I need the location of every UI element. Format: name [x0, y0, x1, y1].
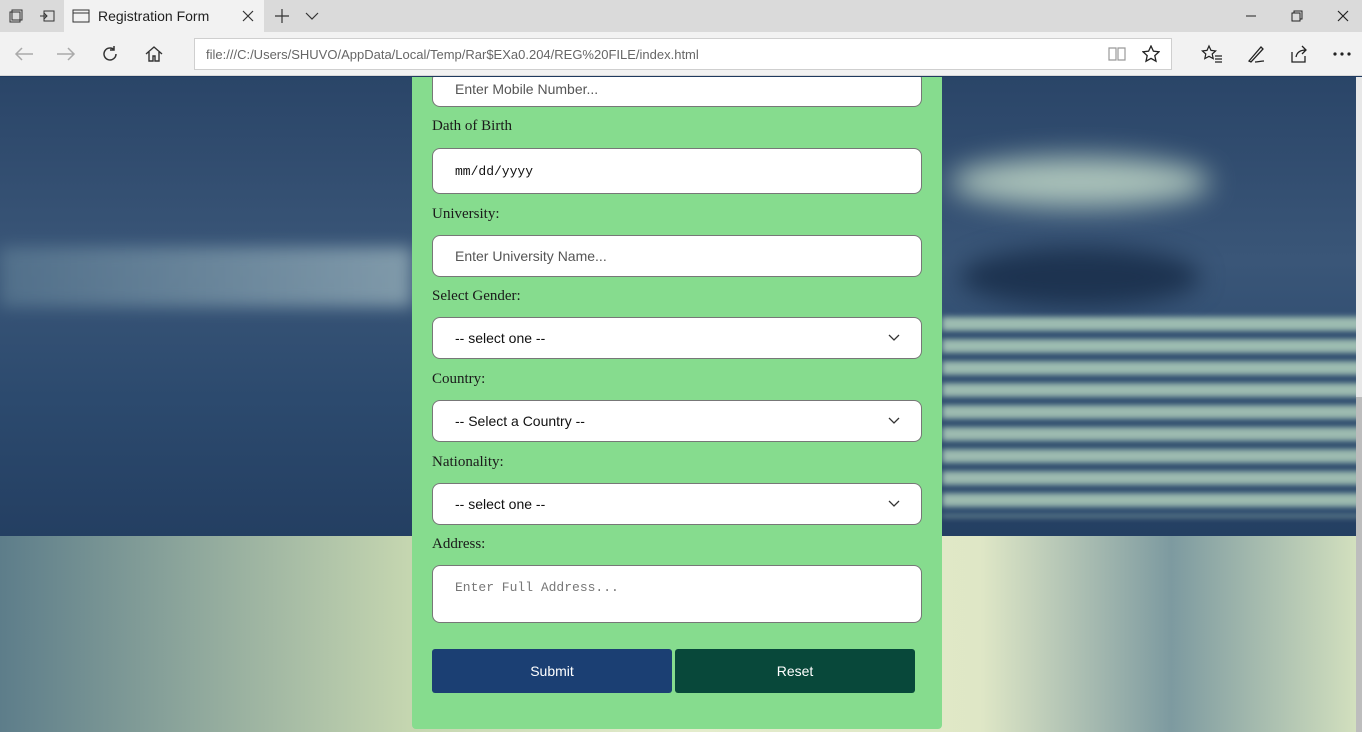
page-icon: [72, 9, 90, 23]
favorites-hub-icon[interactable]: [1192, 32, 1232, 76]
tab-actions-icon[interactable]: [4, 0, 28, 32]
tab-bar: Registration Form: [0, 0, 1362, 32]
country-label: Country:: [432, 371, 486, 387]
dob-input[interactable]: mm/dd/yyyy: [432, 148, 922, 194]
navigation-bar: file:///C:/Users/SHUVO/AppData/Local/Tem…: [0, 32, 1362, 76]
university-placeholder: Enter University Name...: [455, 248, 607, 264]
back-icon[interactable]: [4, 32, 44, 76]
tab-preview-chevron-icon[interactable]: [300, 0, 324, 32]
chevron-down-icon: [888, 334, 900, 341]
more-options-icon[interactable]: [1322, 32, 1362, 76]
university-input[interactable]: Enter University Name...: [432, 235, 922, 277]
scrollbar[interactable]: [1356, 77, 1362, 732]
mobile-placeholder: Enter Mobile Number...: [455, 81, 599, 97]
gender-select[interactable]: -- select one --: [432, 317, 922, 359]
submit-button[interactable]: Submit: [432, 649, 672, 693]
chevron-down-icon: [888, 500, 900, 507]
country-select[interactable]: -- Select a Country --: [432, 400, 922, 442]
reading-view-icon[interactable]: [1101, 39, 1133, 69]
url-text: file:///C:/Users/SHUVO/AppData/Local/Tem…: [206, 46, 699, 62]
favorite-star-icon[interactable]: [1135, 39, 1167, 69]
registration-form: Enter Mobile Number... Dath of Birth mm/…: [412, 77, 942, 729]
reset-button[interactable]: Reset: [675, 649, 915, 693]
share-icon[interactable]: [1279, 32, 1319, 76]
nationality-selected: -- select one --: [455, 496, 546, 512]
tab-title: Registration Form: [98, 8, 210, 24]
country-selected: -- Select a Country --: [455, 413, 585, 429]
chevron-down-icon: [888, 417, 900, 424]
set-tabs-aside-icon[interactable]: [34, 0, 60, 32]
close-tab-icon[interactable]: [238, 0, 258, 32]
nationality-select[interactable]: -- select one --: [432, 483, 922, 525]
address-placeholder: Enter Full Address...: [455, 580, 619, 595]
tab-registration-form[interactable]: Registration Form: [64, 0, 264, 32]
refresh-icon[interactable]: [90, 32, 130, 76]
home-icon[interactable]: [134, 32, 174, 76]
minimize-icon[interactable]: [1228, 0, 1274, 32]
nationality-label: Nationality:: [432, 454, 504, 470]
mobile-number-input[interactable]: Enter Mobile Number...: [432, 77, 922, 107]
restore-icon[interactable]: [1274, 0, 1320, 32]
new-tab-icon[interactable]: [270, 0, 294, 32]
close-window-icon[interactable]: [1320, 0, 1362, 32]
forward-icon[interactable]: [46, 32, 86, 76]
university-label: University:: [432, 206, 500, 222]
page-viewport: Enter Mobile Number... Dath of Birth mm/…: [0, 77, 1362, 732]
address-textarea[interactable]: Enter Full Address...: [432, 565, 922, 623]
gender-label: Select Gender:: [432, 288, 521, 304]
notes-pen-icon[interactable]: [1236, 32, 1276, 76]
gender-selected: -- select one --: [455, 330, 546, 346]
dob-value: mm/dd/yyyy: [455, 163, 534, 179]
scrollbar-thumb[interactable]: [1356, 397, 1362, 732]
address-label: Address:: [432, 536, 486, 552]
address-bar[interactable]: file:///C:/Users/SHUVO/AppData/Local/Tem…: [194, 38, 1172, 70]
dob-label: Dath of Birth: [432, 118, 512, 134]
